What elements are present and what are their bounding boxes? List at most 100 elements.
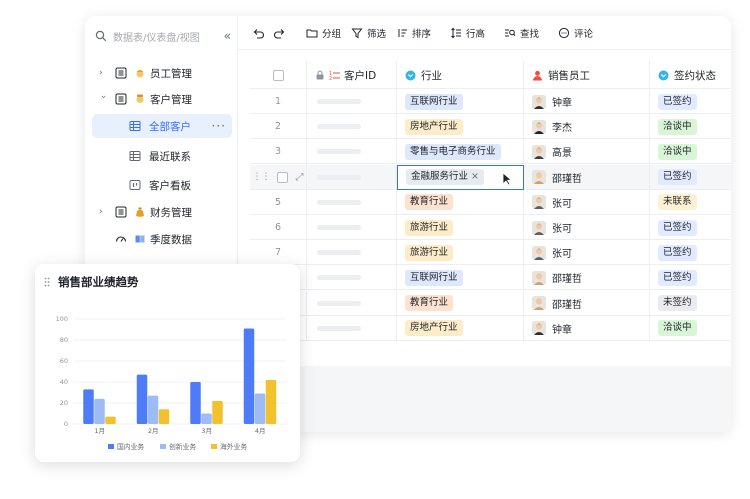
industry-cell[interactable]: 金融服务行业 × bbox=[397, 164, 524, 190]
customer-id-cell[interactable] bbox=[307, 265, 397, 291]
customer-id-cell[interactable] bbox=[307, 240, 397, 266]
legend-item[interactable]: 海外业务 bbox=[211, 442, 247, 451]
row-height-button[interactable]: 行高 bbox=[450, 26, 485, 40]
status-cell[interactable]: 未签约 bbox=[650, 291, 731, 316]
industry-cell[interactable]: 旅游行业 bbox=[397, 215, 524, 240]
industry-cell[interactable]: 互联网行业 bbox=[397, 89, 524, 114]
legend-item[interactable]: 国内业务 bbox=[108, 442, 144, 451]
sidebar-item-customer[interactable]: › 客户管理 bbox=[85, 87, 238, 111]
bar[interactable] bbox=[254, 393, 266, 424]
table-row[interactable]: 互联网行业 邵瑾哲 已签约 bbox=[250, 265, 731, 291]
sidebar-item-finance[interactable]: › 财务管理 bbox=[85, 200, 238, 224]
customer-id-cell[interactable] bbox=[307, 215, 397, 240]
sales-cell[interactable]: 邵瑾哲 bbox=[524, 265, 650, 291]
column-header-sales[interactable]: 销售员工 bbox=[524, 61, 650, 89]
column-header-status[interactable]: 签约状态 bbox=[650, 61, 731, 89]
comment-button[interactable]: 评论 bbox=[558, 26, 593, 40]
table-row[interactable]: 房地产行业 钟章 洽谈中 bbox=[250, 315, 731, 341]
row-checkbox[interactable] bbox=[276, 171, 288, 183]
remove-tag-icon[interactable]: × bbox=[468, 171, 479, 182]
customer-id-cell[interactable] bbox=[307, 139, 397, 165]
industry-cell[interactable]: 互联网行业 bbox=[397, 265, 524, 291]
collapse-sidebar-icon[interactable]: « bbox=[224, 29, 231, 43]
customer-id-cell[interactable] bbox=[307, 189, 397, 215]
table-row[interactable]: 1 互联网行业 钟章 已签约 bbox=[250, 89, 731, 114]
sales-cell[interactable]: 李杰 bbox=[524, 114, 650, 140]
customer-id-cell[interactable] bbox=[307, 315, 397, 341]
sidebar-item-recent[interactable]: 最近联系 bbox=[85, 144, 238, 168]
table-row[interactable]: 2 房地产行业 李杰 洽谈中 bbox=[250, 114, 731, 140]
redo-icon[interactable] bbox=[273, 26, 289, 40]
sales-cell[interactable]: 张可 bbox=[524, 240, 650, 266]
status-cell[interactable]: 洽谈中 bbox=[650, 114, 731, 139]
chevron-down-icon[interactable]: › bbox=[98, 95, 108, 103]
customer-id-cell[interactable] bbox=[307, 89, 397, 114]
search-input[interactable]: 数据表/仪表盘/视图 « bbox=[95, 26, 231, 46]
industry-cell[interactable]: 房地产行业 bbox=[397, 315, 524, 341]
select-all-checkbox[interactable] bbox=[250, 61, 307, 89]
sales-cell[interactable]: 邵瑾哲 bbox=[524, 290, 650, 316]
status-cell[interactable]: 洽谈中 bbox=[650, 139, 731, 164]
row-number: 1 bbox=[250, 89, 307, 114]
table-row[interactable]: 7 旅游行业 张可 已签约 bbox=[250, 240, 731, 266]
column-header-id[interactable]: 12 客户ID bbox=[307, 61, 397, 89]
industry-tag-label: 金融服务行业 bbox=[411, 171, 469, 183]
sales-cell[interactable]: 张可 bbox=[524, 189, 650, 215]
sales-cell[interactable]: 邵瑾哲 bbox=[524, 164, 650, 190]
table-icon bbox=[115, 67, 127, 79]
bar[interactable] bbox=[265, 379, 277, 424]
sidebar-item-quarterly[interactable]: 季度数据 bbox=[85, 227, 238, 251]
table-row[interactable]: 教育行业 邵瑾哲 未签约 bbox=[250, 290, 731, 316]
undo-icon[interactable] bbox=[253, 26, 269, 40]
status-cell[interactable]: 洽谈中 bbox=[650, 316, 731, 341]
sidebar-item-employee[interactable]: › 员工管理 bbox=[85, 61, 238, 85]
customer-id-cell[interactable] bbox=[307, 164, 397, 190]
table-row[interactable]: ⋮⋮ ⤢ 金融服务行业 × 邵瑾哲 已签约 bbox=[250, 164, 731, 190]
status-cell[interactable]: 已签约 bbox=[650, 165, 731, 190]
sales-cell[interactable]: 高景 bbox=[524, 139, 650, 165]
column-header-industry[interactable]: 行业 bbox=[397, 61, 524, 89]
table-row[interactable]: 6 旅游行业 张可 已签约 bbox=[250, 215, 731, 240]
money-bag-icon bbox=[136, 207, 144, 217]
status-cell[interactable]: 已签约 bbox=[650, 240, 731, 265]
find-button[interactable]: 查找 bbox=[504, 26, 539, 40]
bar[interactable] bbox=[94, 398, 105, 424]
bar[interactable] bbox=[243, 328, 255, 424]
bar[interactable] bbox=[83, 389, 94, 424]
bar[interactable] bbox=[201, 413, 212, 425]
bar[interactable] bbox=[190, 382, 201, 424]
expand-row-icon[interactable]: ⤢ bbox=[296, 172, 304, 183]
industry-cell[interactable]: 教育行业 bbox=[397, 189, 524, 215]
bar[interactable] bbox=[212, 400, 223, 424]
row-number: 2 bbox=[250, 114, 307, 140]
group-button[interactable]: 分组 bbox=[306, 26, 341, 40]
sidebar-item-all-customers[interactable]: 全部客户 ··· bbox=[92, 114, 232, 138]
sidebar-item-kanban[interactable]: 客户看板 bbox=[85, 173, 238, 197]
table-row[interactable]: 5 教育行业 张可 未联系 bbox=[250, 189, 731, 215]
table-row[interactable]: 3 零售与电子商务行业 高景 洽谈中 bbox=[250, 139, 731, 165]
sales-cell[interactable]: 张可 bbox=[524, 215, 650, 240]
chevron-right-icon[interactable]: › bbox=[99, 208, 107, 217]
customer-id-cell[interactable] bbox=[307, 114, 397, 140]
bar[interactable] bbox=[158, 409, 170, 424]
bar[interactable] bbox=[136, 374, 148, 424]
industry-cell[interactable]: 零售与电子商务行业 bbox=[397, 139, 524, 165]
sort-button[interactable]: 排序 bbox=[396, 26, 431, 40]
bar[interactable] bbox=[105, 416, 116, 424]
status-cell[interactable]: 已签约 bbox=[650, 265, 731, 290]
industry-cell[interactable]: 旅游行业 bbox=[397, 240, 524, 266]
status-cell[interactable]: 已签约 bbox=[650, 89, 731, 114]
more-icon[interactable]: ··· bbox=[212, 119, 226, 133]
sales-cell[interactable]: 钟章 bbox=[524, 89, 650, 114]
drag-handle-icon[interactable]: ⋮⋮ bbox=[253, 172, 271, 182]
industry-cell[interactable]: 房地产行业 bbox=[397, 114, 524, 140]
filter-button[interactable]: 筛选 bbox=[351, 26, 386, 40]
bar[interactable] bbox=[147, 395, 159, 424]
status-cell[interactable]: 已签约 bbox=[650, 215, 731, 240]
status-cell[interactable]: 未联系 bbox=[650, 190, 731, 215]
customer-id-cell[interactable] bbox=[307, 290, 397, 316]
legend-item[interactable]: 创新业务 bbox=[160, 442, 196, 451]
chevron-right-icon[interactable]: › bbox=[99, 69, 107, 78]
sales-cell[interactable]: 钟章 bbox=[524, 315, 650, 341]
industry-cell[interactable]: 教育行业 bbox=[397, 290, 524, 316]
